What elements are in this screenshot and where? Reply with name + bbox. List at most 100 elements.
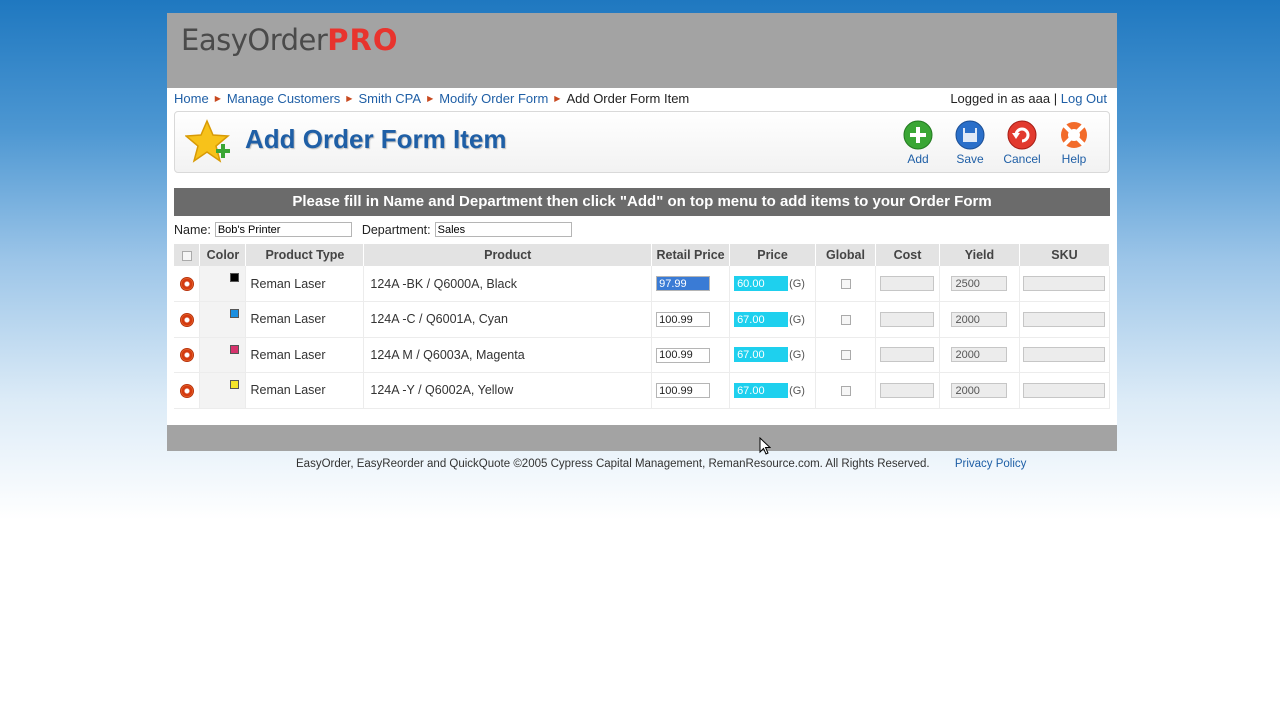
toolbar: Add Save Cancel Help [891,120,1099,166]
global-checkbox[interactable] [840,314,851,325]
price-header: Price [729,244,817,266]
global-header: Global [815,244,876,266]
breadcrumb-modify-order-form[interactable]: Modify Order Form [439,91,548,106]
add-button[interactable]: Add [893,120,943,166]
product-cell: 124A -C / Q6001A, Cyan [363,301,653,338]
price-cell: 67.00 (G) [729,372,817,409]
product-cell: 124A -Y / Q6002A, Yellow [363,372,653,409]
global-tag: (G) [789,384,805,397]
global-checkbox[interactable] [840,350,851,361]
sku-input[interactable] [1023,382,1106,398]
breadcrumb-smith-cpa[interactable]: Smith CPA [358,91,421,106]
yield-input[interactable]: 2000 [951,347,1008,363]
color-swatch [230,344,240,354]
breadcrumb-manage-customers[interactable]: Manage Customers [227,91,340,106]
retail-price-cell [651,337,731,373]
sku-cell [1019,301,1111,338]
sku-input[interactable] [1023,347,1106,363]
table-row: Reman Laser124A -Y / Q6002A, Yellow 67.00… [174,372,1111,409]
sku-input[interactable] [1023,276,1106,292]
product-type-cell: Reman Laser [245,266,365,302]
price-input[interactable]: 67.00 [734,382,789,398]
cost-input[interactable] [880,276,935,292]
help-lifebuoy-icon [1061,122,1087,148]
copyright-text: EasyOrder, EasyReorder and QuickQuote ©2… [296,458,930,470]
row-radio-button[interactable] [179,383,194,398]
help-button[interactable]: Help [1049,120,1099,166]
color-cell [199,301,247,338]
color-swatch [230,273,240,282]
footer-bar [167,425,1117,451]
content-area: Home ▶ Manage Customers ▶ Smith CPA ▶ Mo… [167,88,1117,425]
select-all-checkbox[interactable] [181,250,192,261]
retail-price-input[interactable] [656,383,711,398]
yield-input[interactable]: 2500 [951,276,1008,292]
mouse-cursor-icon [759,437,771,455]
row-radio-button[interactable] [179,312,194,327]
retail-price-header: Retail Price [651,244,731,266]
retail-price-input[interactable] [656,347,711,363]
cost-input[interactable] [880,311,935,327]
yield-cell: 2500 [939,266,1020,302]
color-swatch [230,309,240,318]
yield-input[interactable]: 2000 [951,382,1008,398]
price-cell: 60.00 (G) [729,266,817,302]
sku-header: SKU [1019,244,1111,266]
name-label: Name: [174,222,211,237]
global-tag: (G) [789,313,805,326]
add-icon [903,120,933,150]
star-add-icon [185,119,230,163]
color-cell [199,266,247,302]
retail-price-input[interactable] [656,276,711,292]
order-items-table: Color Product Type Product Retail Price … [174,244,1111,409]
header: EasyOrderPRO [167,13,1117,88]
retail-price-input[interactable] [656,312,711,327]
login-status: Logged in as aaa | Log Out [950,91,1107,106]
logo-pro: PRO [327,23,399,57]
global-checkbox[interactable] [840,279,851,290]
privacy-policy-link[interactable]: Privacy Policy [955,458,1027,470]
sku-cell [1019,266,1111,302]
global-checkbox[interactable] [840,385,851,396]
price-input[interactable]: 60.00 [734,276,789,291]
color-cell [199,337,247,373]
title-bar: Add Order Form Item Add Save Cancel Help [174,111,1110,173]
product-cell: 124A M / Q6003A, Magenta [363,337,653,373]
cost-input[interactable] [880,382,935,398]
row-select-cell [174,337,201,373]
breadcrumb-arrow-icon: ▶ [554,94,561,103]
row-radio-button[interactable] [179,276,194,291]
retail-price-cell [651,372,731,409]
app-logo[interactable]: EasyOrderPRO [181,23,399,57]
save-button[interactable]: Save [945,120,995,166]
price-input[interactable]: 67.00 [734,347,789,363]
color-swatch [230,380,240,389]
instruction-banner: Please fill in Name and Department then … [174,188,1110,216]
save-icon [955,120,985,150]
yield-input[interactable]: 2000 [951,311,1008,327]
breadcrumb-current: Add Order Form Item [566,91,690,106]
cost-input[interactable] [880,347,935,363]
row-select-cell [174,266,201,302]
login-separator: | [1053,91,1058,106]
sku-input[interactable] [1023,311,1106,327]
row-radio-button[interactable] [179,348,194,363]
name-department-row: Name: Department: [174,222,572,237]
retail-price-cell [651,301,731,338]
cancel-icon [1007,120,1037,150]
table-row: Reman Laser124A -C / Q6001A, Cyan 67.00(G… [174,301,1111,338]
yield-header: Yield [939,244,1020,266]
global-tag: (G) [789,278,805,290]
price-cell: 67.00 (G) [729,337,817,373]
breadcrumb-home[interactable]: Home [174,91,209,106]
price-cell: 67.00 (G) [729,301,817,338]
price-input[interactable]: 67.00 [734,311,789,327]
cost-cell [875,372,940,409]
department-input[interactable] [434,222,572,237]
cancel-button[interactable]: Cancel [997,120,1047,166]
cost-cell [875,337,940,373]
breadcrumb-arrow-icon: ▶ [346,94,353,103]
name-input[interactable] [214,222,352,237]
save-label: Save [956,152,984,166]
logout-link[interactable]: Log Out [1061,91,1107,106]
